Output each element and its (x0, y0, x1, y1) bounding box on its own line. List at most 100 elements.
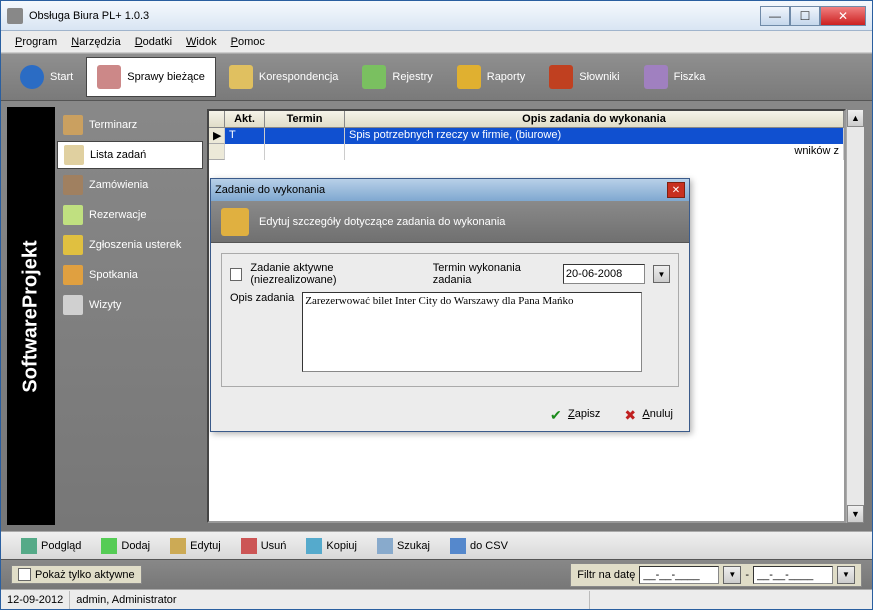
cell-termin (265, 144, 345, 160)
tb-rejestry[interactable]: Rejestry (351, 57, 443, 97)
close-button[interactable]: ✕ (820, 6, 866, 26)
show-active-checkbox[interactable]: Pokaż tylko aktywne (11, 565, 142, 584)
active-checkbox-label: Zadanie aktywne (niezrealizowane) (250, 262, 412, 286)
check-icon: ✔ (550, 407, 564, 421)
col-termin[interactable]: Termin (265, 111, 345, 127)
card-icon (644, 65, 668, 89)
btn-label: Kopiuj (326, 540, 357, 552)
btn-kopiuj[interactable]: Kopiuj (302, 536, 361, 556)
menu-pomoc[interactable]: Pomoc (225, 34, 271, 50)
sidebar-item-terminarz[interactable]: Terminarz (57, 111, 203, 139)
cell-akt (225, 144, 265, 160)
titlebar: Obsługa Biura PL+ 1.0.3 — ☐ ✕ (1, 1, 872, 31)
scroll-up-button[interactable]: ▲ (847, 109, 864, 127)
date-from-input[interactable] (639, 566, 719, 584)
dict-icon (549, 65, 573, 89)
date-to-dropdown[interactable]: ▼ (837, 566, 855, 584)
dialog-banner-text: Edytuj szczegóły dotyczące zadania do wy… (259, 216, 505, 228)
mail-icon (229, 65, 253, 89)
col-akt[interactable]: Akt. (225, 111, 265, 127)
tb-fiszka[interactable]: Fiszka (633, 57, 717, 97)
box-icon (63, 175, 83, 195)
tb-korespondencja[interactable]: Korespondencja (218, 57, 350, 97)
termin-label: Termin wykonania zadania (433, 262, 555, 286)
tb-korespondencja-label: Korespondencja (259, 71, 339, 83)
tb-start[interactable]: Start (9, 57, 84, 97)
row-indicator (209, 144, 225, 160)
btn-csv[interactable]: do CSV (446, 536, 512, 556)
app-icon (7, 8, 23, 24)
copy-icon (306, 538, 322, 554)
export-icon (450, 538, 466, 554)
cell-opis: wników z (345, 144, 844, 160)
tb-slowniki[interactable]: Słowniki (538, 57, 630, 97)
sidebar-item-zgloszenia[interactable]: Zgłoszenia usterek (57, 231, 203, 259)
btn-label: Podgląd (41, 540, 81, 552)
info-icon (20, 65, 44, 89)
delete-icon (241, 538, 257, 554)
statusbar: 12-09-2012 admin, Administrator (1, 589, 872, 609)
cell-termin (265, 128, 345, 144)
tb-slowniki-label: Słowniki (579, 71, 619, 83)
sidebar-item-wizyty[interactable]: Wizyty (57, 291, 203, 319)
cancel-icon: ✖ (624, 407, 638, 421)
tb-raporty-label: Raporty (487, 71, 526, 83)
sidebar-item-lista-zadan[interactable]: Lista zadań (57, 141, 203, 169)
calendar-icon (63, 115, 83, 135)
menu-narzedzia[interactable]: Narzędzia (65, 34, 127, 50)
dialog-buttons: ✔Zapisz ✖Anuluj (211, 397, 689, 431)
menu-program[interactable]: Program (9, 34, 63, 50)
reports-icon (457, 65, 481, 89)
dialog-title: Zadanie do wykonania (215, 184, 667, 196)
anuluj-button[interactable]: ✖Anuluj (620, 405, 677, 423)
opis-textarea[interactable] (302, 292, 642, 372)
date-to-input[interactable] (753, 566, 833, 584)
add-icon (101, 538, 117, 554)
table-row[interactable]: wników z (209, 144, 844, 160)
btn-edytuj[interactable]: Edytuj (166, 536, 225, 556)
main-toolbar: Start Sprawy bieżące Korespondencja Reje… (1, 53, 872, 101)
btn-usun[interactable]: Usuń (237, 536, 291, 556)
minimize-button[interactable]: — (760, 6, 790, 26)
btn-podglad[interactable]: Podgląd (17, 536, 85, 556)
maximize-button[interactable]: ☐ (790, 6, 820, 26)
bug-icon (63, 235, 83, 255)
dialog-close-button[interactable]: ✕ (667, 182, 685, 198)
tb-raporty[interactable]: Raporty (446, 57, 537, 97)
menu-dodatki[interactable]: Dodatki (129, 34, 178, 50)
sidebar-item-spotkania[interactable]: Spotkania (57, 261, 203, 289)
cell-opis: Spis potrzebnych rzeczy w firmie, (biuro… (345, 128, 844, 144)
termin-date-dropdown[interactable]: ▼ (653, 265, 670, 283)
vertical-scrollbar[interactable]: ▲ ▼ (846, 109, 864, 523)
zapisz-button[interactable]: ✔Zapisz (546, 405, 604, 423)
list-header: Akt. Termin Opis zadania do wykonania (209, 111, 844, 128)
tasks-icon (64, 145, 84, 165)
clock-icon (63, 295, 83, 315)
scroll-down-button[interactable]: ▼ (847, 505, 864, 523)
date-filter: Filtr na datę ▼ - ▼ (570, 563, 862, 587)
window-title: Obsługa Biura PL+ 1.0.3 (29, 10, 760, 22)
col-opis[interactable]: Opis zadania do wykonania (345, 111, 844, 127)
tb-sprawy[interactable]: Sprawy bieżące (86, 57, 216, 97)
opis-label: Opis zadania (230, 292, 294, 304)
tb-start-label: Start (50, 71, 73, 83)
search-icon (377, 538, 393, 554)
dialog-banner: Edytuj szczegóły dotyczące zadania do wy… (211, 201, 689, 243)
btn-label: Usuń (261, 540, 287, 552)
sidebar-item-rezerwacje[interactable]: Rezerwacje (57, 201, 203, 229)
sidebar: Terminarz Lista zadań Zamówienia Rezerwa… (55, 107, 205, 525)
status-user: admin, Administrator (70, 591, 590, 609)
sidebar-item-zamowienia[interactable]: Zamówienia (57, 171, 203, 199)
table-row[interactable]: ▶ T Spis potrzebnych rzeczy w firmie, (b… (209, 128, 844, 144)
sidebar-label: Spotkania (89, 269, 138, 281)
btn-label: do CSV (470, 540, 508, 552)
termin-date-input[interactable] (564, 265, 644, 283)
sidebar-label: Zamówienia (89, 179, 148, 191)
btn-label: Szukaj (397, 540, 430, 552)
date-from-dropdown[interactable]: ▼ (723, 566, 741, 584)
btn-szukaj[interactable]: Szukaj (373, 536, 434, 556)
btn-dodaj[interactable]: Dodaj (97, 536, 154, 556)
row-indicator: ▶ (209, 128, 225, 144)
menu-widok[interactable]: Widok (180, 34, 223, 50)
active-checkbox[interactable] (230, 268, 242, 281)
